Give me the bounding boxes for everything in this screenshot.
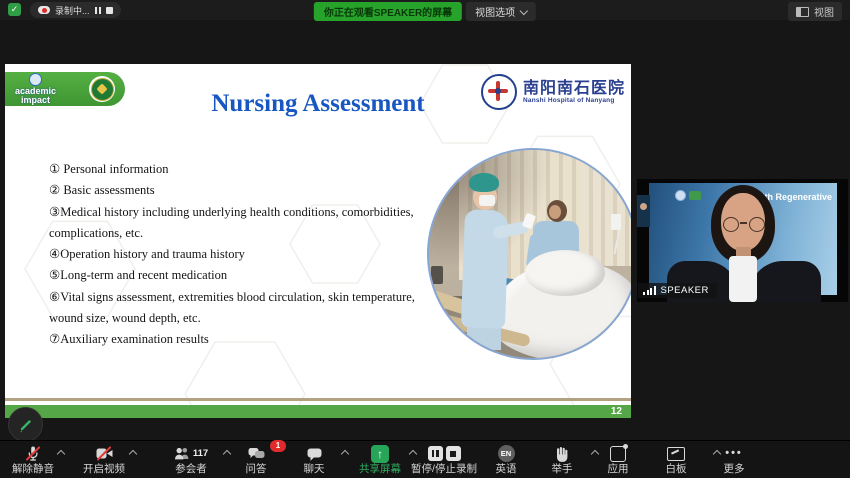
pause-recording-button[interactable] <box>95 7 101 14</box>
slide-footer-bar: 12 <box>5 405 631 418</box>
stop-recording-button[interactable] <box>106 7 113 14</box>
shared-screen-slide: academic impact Nursing Assessment 南阳南石医… <box>5 64 631 418</box>
view-button[interactable]: 视图 <box>788 2 842 21</box>
qa-bubbles-icon <box>248 446 265 461</box>
bullet-5: ⑤Long-term and recent medication <box>49 265 425 286</box>
apps-button[interactable]: 应用 <box>598 444 638 478</box>
pause-recording-icon[interactable] <box>428 446 443 461</box>
top-bar: ✓ 录制中... 你正在观看SPEAKER的屏幕 视图选项 视图 <box>0 0 850 20</box>
share-screen-icon: ↑ <box>371 445 389 463</box>
more-button[interactable]: ••• 更多 <box>714 444 754 478</box>
layout-view-icon <box>796 7 809 17</box>
recording-indicator: 录制中... <box>30 2 121 18</box>
bullet-4: ④Operation history and trauma history <box>49 244 425 265</box>
pause-stop-recording-button[interactable]: 暂停/停止录制 <box>406 444 482 478</box>
unmute-button[interactable]: 解除静音 <box>2 444 64 478</box>
viewing-banner: 你正在观看SPEAKER的屏幕 <box>314 2 462 21</box>
hospital-name-en: Nanshi Hospital of Nanyang <box>523 97 625 104</box>
pencil-icon <box>17 416 35 434</box>
un-emblem-icon <box>29 73 42 86</box>
chat-chevron[interactable] <box>341 450 349 458</box>
bullet-6: ⑥Vital signs assessment, extremities blo… <box>49 287 425 330</box>
annotate-button[interactable] <box>8 407 43 442</box>
qa-button[interactable]: 1 问答 <box>234 444 278 478</box>
bullet-2: ② Basic assessments <box>49 180 425 201</box>
qa-badge: 1 <box>270 440 286 452</box>
meeting-toolbar: 解除静音 开启视频 117 <box>0 440 850 478</box>
bullet-1: ① Personal information <box>49 159 425 180</box>
slide-footer-tan-line <box>5 398 631 401</box>
stop-recording-icon[interactable] <box>446 446 461 461</box>
start-video-button[interactable]: 开启视频 <box>72 444 136 478</box>
whiteboard-icon <box>667 447 685 461</box>
participants-button[interactable]: 117 参会者 <box>158 444 224 478</box>
chat-button[interactable]: 聊天 <box>290 444 338 478</box>
raise-hand-button[interactable]: 举手 <box>540 444 584 478</box>
glasses-icon <box>723 217 739 232</box>
chat-bubble-icon <box>307 447 322 461</box>
participants-chevron[interactable] <box>223 450 231 458</box>
backdrop-un-logo <box>675 190 686 201</box>
assessment-bullet-list: ① Personal information ② Basic assessmen… <box>49 159 425 351</box>
apps-icon <box>610 446 626 462</box>
more-dots-icon: ••• <box>725 445 743 462</box>
whiteboard-button[interactable]: 白板 <box>656 444 696 478</box>
bullet-3: ③Medical history including underlying he… <box>49 202 425 245</box>
view-button-label: 视图 <box>814 4 834 19</box>
page-number: 12 <box>611 405 622 418</box>
view-options-dropdown[interactable]: 视图选项 <box>466 2 536 21</box>
chevron-down-icon <box>520 6 528 14</box>
share-screen-button[interactable]: ↑ 共享屏幕 <box>352 444 408 478</box>
recording-label: 录制中... <box>55 4 90 17</box>
viewing-banner-group: 你正在观看SPEAKER的屏幕 视图选项 <box>314 2 536 21</box>
meeting-window: ✓ 录制中... 你正在观看SPEAKER的屏幕 视图选项 视图 <box>0 0 850 478</box>
raise-hand-icon <box>554 446 570 462</box>
hospital-emblem-icon <box>481 74 517 110</box>
cloud-recording-icon <box>38 6 50 14</box>
language-en-icon: EN <box>498 445 515 462</box>
interpretation-button[interactable]: EN 英语 <box>488 444 524 478</box>
participants-icon <box>174 446 190 461</box>
backdrop-green-logo <box>689 191 701 200</box>
backdrop-mini-video <box>637 195 650 227</box>
speaker-name: SPEAKER <box>661 285 709 296</box>
speaker-video-tile[interactable]: with Regenerative SPEAKER <box>637 179 848 302</box>
hospital-ward-photo <box>427 148 631 360</box>
speaker-name-badge: SPEAKER <box>638 283 717 298</box>
participant-count: 117 <box>193 448 208 459</box>
audio-options-chevron[interactable] <box>57 450 65 458</box>
hospital-logo: 南阳南石医院 Nanshi Hospital of Nanyang <box>481 74 625 110</box>
hospital-name-cn: 南阳南石医院 <box>523 80 625 98</box>
bullet-7: ⑦Auxiliary examination results <box>49 329 425 350</box>
video-options-chevron[interactable] <box>129 450 137 458</box>
security-shield-icon[interactable]: ✓ <box>8 3 21 16</box>
view-options-label: 视图选项 <box>475 4 515 19</box>
audio-level-icon <box>643 286 656 295</box>
